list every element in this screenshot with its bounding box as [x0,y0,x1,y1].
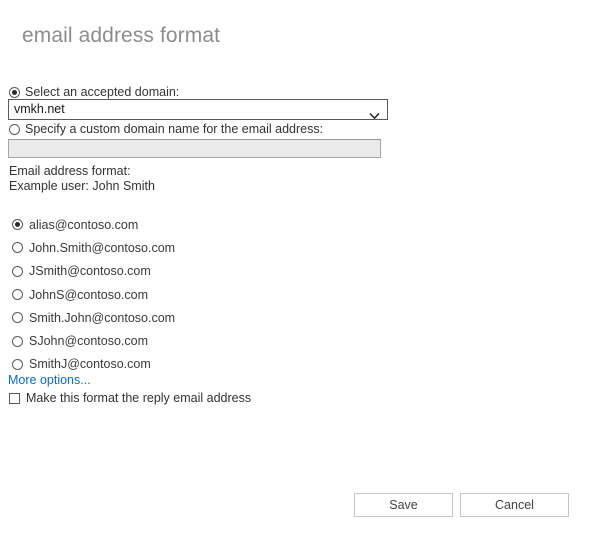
radio-format-smithj-indicator[interactable] [12,358,23,370]
radio-format-alias[interactable]: alias@contoso.com [12,213,175,236]
radio-format-john-dot-smith-label: John.Smith@contoso.com [29,240,176,255]
chevron-down-icon [369,106,380,119]
radio-format-alias-indicator[interactable] [12,219,23,231]
more-options-link[interactable]: More options... [8,373,91,388]
radio-format-jsmith-label: JSmith@contoso.com [29,264,151,279]
custom-domain-input[interactable] [8,139,381,158]
radio-custom-domain-indicator[interactable] [9,124,20,135]
radio-format-john-dot-smith[interactable]: John.Smith@contoso.com [12,236,175,259]
accepted-domain-select-value: vmkh.net [14,102,65,116]
email-format-radio-group: alias@contoso.com John.Smith@contoso.com… [12,213,175,376]
checkbox-reply-email-address-label: Make this format the reply email address [26,391,252,405]
radio-format-sjohn[interactable]: SJohn@contoso.com [12,329,175,352]
save-button[interactable]: Save [354,493,453,517]
radio-accepted-domain-indicator[interactable] [9,87,20,98]
radio-format-sjohn-indicator[interactable] [12,335,23,347]
radio-format-johns-indicator[interactable] [12,289,23,301]
radio-format-smithj-label: SmithJ@contoso.com [29,357,151,372]
radio-format-smith-dot-john-label: Smith.John@contoso.com [29,310,176,325]
accepted-domain-select[interactable]: vmkh.net [8,99,388,120]
example-user-label: Example user: John Smith [9,179,155,193]
radio-format-smith-dot-john[interactable]: Smith.John@contoso.com [12,306,175,329]
radio-format-sjohn-label: SJohn@contoso.com [29,334,149,349]
checkbox-reply-email-address[interactable]: Make this format the reply email address [9,391,251,405]
radio-format-jsmith-indicator[interactable] [12,265,23,277]
email-address-format-heading: Email address format: [9,164,131,178]
radio-custom-domain[interactable]: Specify a custom domain name for the ema… [9,122,323,137]
radio-format-alias-label: alias@contoso.com [29,217,139,232]
radio-accepted-domain-label: Select an accepted domain: [25,85,180,99]
radio-accepted-domain[interactable]: Select an accepted domain: [9,85,179,100]
cancel-button[interactable]: Cancel [460,493,569,517]
page-title: email address format [22,24,221,47]
radio-custom-domain-label: Specify a custom domain name for the ema… [25,122,324,136]
radio-format-johns[interactable]: JohnS@contoso.com [12,283,175,306]
radio-format-jsmith[interactable]: JSmith@contoso.com [12,260,175,283]
checkbox-reply-email-address-indicator[interactable] [9,392,20,404]
radio-format-smith-dot-john-indicator[interactable] [12,312,23,324]
radio-format-johns-label: JohnS@contoso.com [29,287,149,302]
radio-format-john-dot-smith-indicator[interactable] [12,242,23,254]
